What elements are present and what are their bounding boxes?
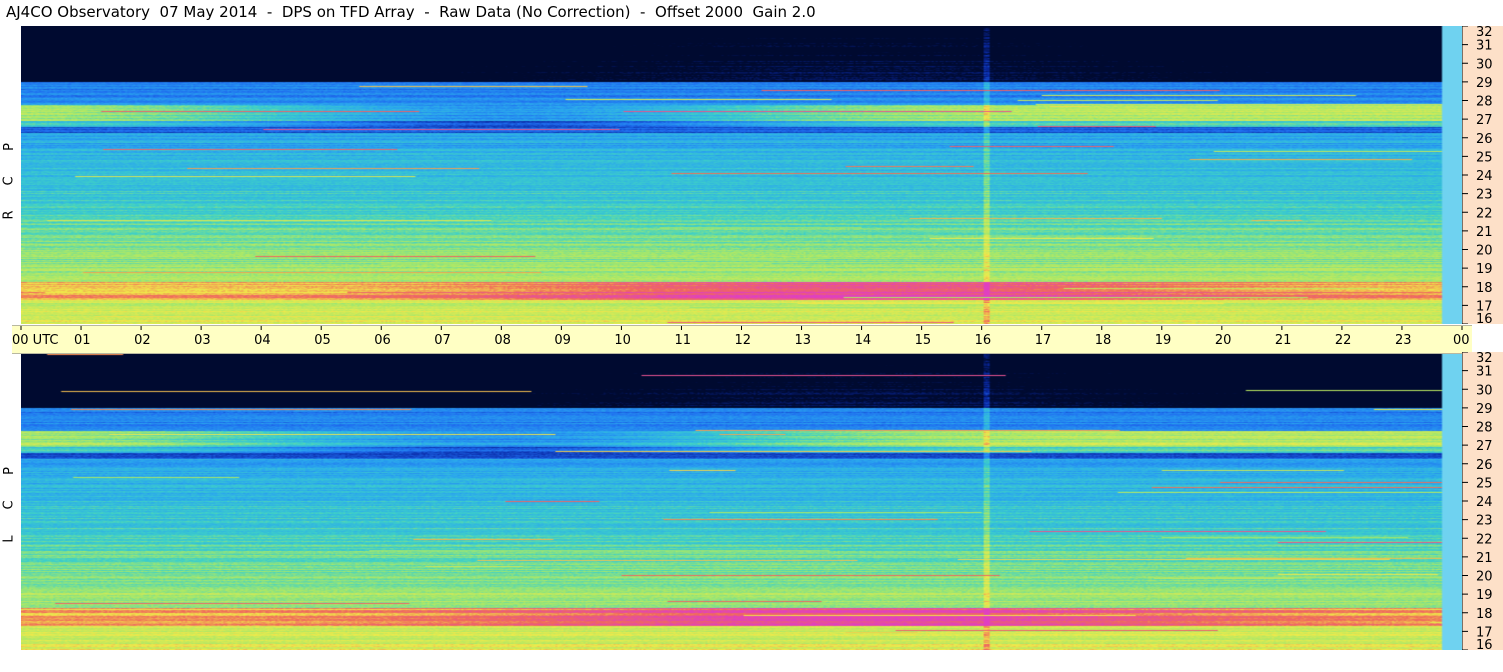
- time-tick-label: 23: [1395, 333, 1412, 348]
- frequency-tick-label: 31: [1476, 39, 1493, 54]
- frequency-tick-label: 23: [1476, 188, 1493, 203]
- frequency-tick-label: 19: [1476, 262, 1493, 277]
- frequency-tick-label: 17: [1476, 625, 1493, 640]
- time-tick-label: 10: [614, 333, 631, 348]
- frequency-tick-label: 26: [1476, 132, 1493, 147]
- rcp-spectrogram: [21, 26, 1462, 324]
- time-tick-label: 12: [735, 333, 752, 348]
- time-tick-label: 05: [314, 333, 331, 348]
- frequency-tick-label: 26: [1476, 458, 1493, 473]
- lcp-spectrogram-canvas: [21, 352, 1462, 650]
- utc-time-axis: 00 UTC 01 02 03 04 05 06 07 08 09 10 11 12 13 14 15 16 17…: [12, 325, 1502, 354]
- time-tick-label: 04: [254, 333, 271, 348]
- lcp-side-label: P C L: [2, 454, 18, 556]
- time-tick-label: 03: [194, 333, 211, 348]
- frequency-tick-label: 24: [1476, 169, 1493, 184]
- time-tick-label: 13: [795, 333, 812, 348]
- frequency-tick-label: 20: [1476, 570, 1493, 585]
- time-tick-label: 15: [915, 333, 932, 348]
- rcp-frequency-axis-svg: 1617181920212223242526272829303132: [1461, 25, 1493, 327]
- rcp-spectrogram-canvas: [21, 26, 1462, 324]
- frequency-tick-label: 21: [1476, 551, 1493, 566]
- frequency-tick-label: 25: [1476, 150, 1493, 165]
- frequency-tick-label: 19: [1476, 588, 1493, 603]
- frequency-tick-label: 32: [1476, 352, 1493, 366]
- frequency-tick-label: 27: [1476, 113, 1493, 128]
- time-tick-label: 14: [855, 333, 872, 348]
- frequency-tick-label: 18: [1476, 281, 1493, 296]
- frequency-tick-label: 24: [1476, 495, 1493, 510]
- time-tick-label: 18: [1095, 333, 1112, 348]
- frequency-tick-label: 30: [1476, 57, 1493, 72]
- frequency-tick-label: 30: [1476, 383, 1493, 398]
- frequency-tick-label: 29: [1476, 402, 1493, 417]
- time-tick-label: 06: [374, 333, 391, 348]
- lcp-spectrogram: [21, 352, 1462, 650]
- time-tick-label: 16: [975, 333, 992, 348]
- frequency-tick-label: 21: [1476, 225, 1493, 240]
- frequency-tick-label: 23: [1476, 514, 1493, 529]
- frequency-tick-label: 32: [1476, 26, 1493, 40]
- time-tick-label: 00 UTC: [12, 333, 58, 348]
- frequency-tick-label: 27: [1476, 439, 1493, 454]
- lcp-frequency-axis: 16 17 18 19 20 21 22 23 24 25 26 27 28 29 30 31 32: [1461, 351, 1503, 653]
- frequency-tick-label: 22: [1476, 206, 1493, 221]
- time-tick-label: 21: [1275, 333, 1292, 348]
- frequency-tick-label: 18: [1476, 607, 1493, 622]
- frequency-tick-label: 28: [1476, 421, 1493, 436]
- time-tick-label: 20: [1215, 333, 1232, 348]
- time-tick-label: 17: [1035, 333, 1052, 348]
- frequency-tick-label: 17: [1476, 299, 1493, 314]
- frequency-tick-label: 31: [1476, 365, 1493, 380]
- time-tick-label: 07: [434, 333, 451, 348]
- time-tick-label: 01: [74, 333, 91, 348]
- chart-title: AJ4CO Observatory 07 May 2014 - DPS on T…: [6, 3, 816, 21]
- time-tick-label: 00 MHz: [1453, 333, 1472, 348]
- time-tick-label: 19: [1155, 333, 1172, 348]
- time-tick-label: 02: [134, 333, 151, 348]
- lcp-frequency-axis-svg: 1617181920212223242526272829303132: [1461, 351, 1493, 653]
- frequency-tick-label: 28: [1476, 95, 1493, 110]
- time-tick-label: 09: [554, 333, 571, 348]
- frequency-tick-label: 22: [1476, 532, 1493, 547]
- rcp-frequency-axis: 16 17 18 19 20 21 22 23 24 25 26 27 28 29 30 31 32: [1461, 25, 1503, 327]
- time-tick-label: 22: [1335, 333, 1352, 348]
- time-tick-label: 08: [494, 333, 511, 348]
- frequency-tick-label: 25: [1476, 476, 1493, 491]
- time-tick-label: 11: [674, 333, 691, 348]
- frequency-tick-label: 20: [1476, 244, 1493, 259]
- rcp-side-label: P C R: [2, 130, 18, 232]
- frequency-tick-label: 29: [1476, 76, 1493, 91]
- utc-time-axis-svg: 00 UTC 01 02 03 04 05 06 07 08 09 10 11 12 13 14 15 16 17…: [12, 326, 1502, 348]
